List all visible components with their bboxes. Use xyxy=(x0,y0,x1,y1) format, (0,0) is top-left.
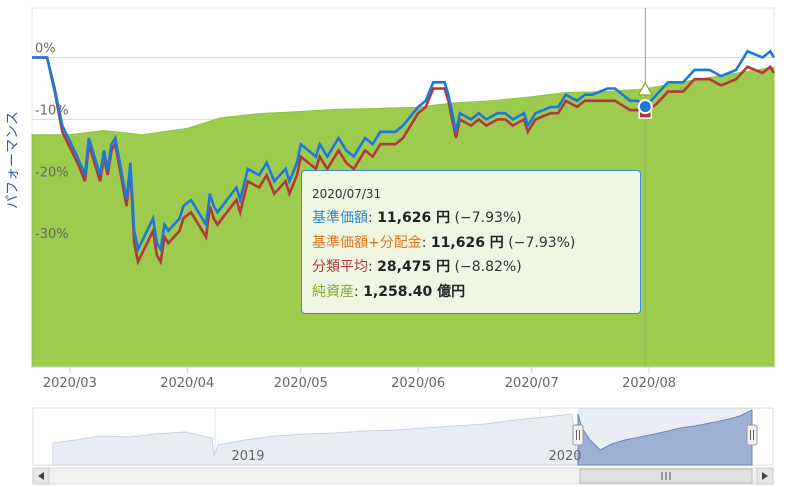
x-tick-label: 2020/04 xyxy=(160,376,214,391)
tooltip-row: 分類平均: 28,475 円 (−8.82%) xyxy=(312,255,640,280)
tooltip-row-change: (−8.82%) xyxy=(450,259,522,275)
tooltip-row-value: 11,626 円 xyxy=(430,234,504,251)
tooltip-row-change: (−7.93%) xyxy=(503,234,576,251)
x-tick-label: 2020/03 xyxy=(43,376,97,391)
navigator[interactable]: 2019 2020 xyxy=(32,407,774,466)
tooltip-row-value: 28,475 円 xyxy=(377,259,451,275)
base-price-marker xyxy=(637,99,653,115)
tooltip-row-change: (−7.93%) xyxy=(450,210,522,226)
tooltip-row-separator: : xyxy=(421,234,431,251)
navigator-label: 2020 xyxy=(548,449,581,464)
tooltip: 2020/07/31 基準価額: 11,626 円 (−7.93%) 基準価額+分… xyxy=(301,170,641,314)
tooltip-row: 純資産: 1,258.40 億円 xyxy=(312,280,640,305)
y-tick-label: 0% xyxy=(35,42,56,57)
tooltip-date: 2020/07/31 xyxy=(312,187,382,201)
x-tick-label: 2020/06 xyxy=(391,376,445,391)
tooltip-rows: 基準価額: 11,626 円 (−7.93%) 基準価額+分配金: 11,626 … xyxy=(312,206,640,304)
tooltip-row-value: 1,258.40 億円 xyxy=(363,283,466,300)
x-tick-label: 2020/05 xyxy=(274,376,328,391)
navigator-handle-right[interactable] xyxy=(746,424,758,446)
tooltip-row-separator: : xyxy=(368,210,378,226)
tooltip-row: 基準価額: 11,626 円 (−7.93%) xyxy=(312,206,640,231)
tooltip-row-label: 純資産 xyxy=(312,283,354,300)
tooltip-row-label: 分類平均 xyxy=(312,259,368,275)
tooltip-row-separator: : xyxy=(354,283,364,300)
y-axis-title: パフォーマンス xyxy=(5,111,21,209)
navigator-handle-left[interactable] xyxy=(572,424,584,446)
y-tick-label: -20% xyxy=(35,165,69,180)
tooltip-row: 基準価額+分配金: 11,626 円 (−7.93%) xyxy=(312,231,640,256)
x-tick-label: 2020/07 xyxy=(505,376,559,391)
x-axis: 2020/03 2020/04 2020/05 2020/06 2020/07 2020/… xyxy=(32,366,774,391)
x-tick-label: 2020/08 xyxy=(622,376,676,391)
y-tick-label: -10% xyxy=(35,103,69,118)
tooltip-row-separator: : xyxy=(368,259,378,275)
navigator-label: 2019 xyxy=(231,449,264,464)
tooltip-row-label: 基準価額+分配金 xyxy=(312,234,422,251)
tooltip-row-value: 11,626 円 xyxy=(377,210,451,226)
tooltip-row-label: 基準価額 xyxy=(312,210,368,226)
y-tick-label: -30% xyxy=(35,227,69,242)
scrollbar[interactable] xyxy=(32,467,774,485)
